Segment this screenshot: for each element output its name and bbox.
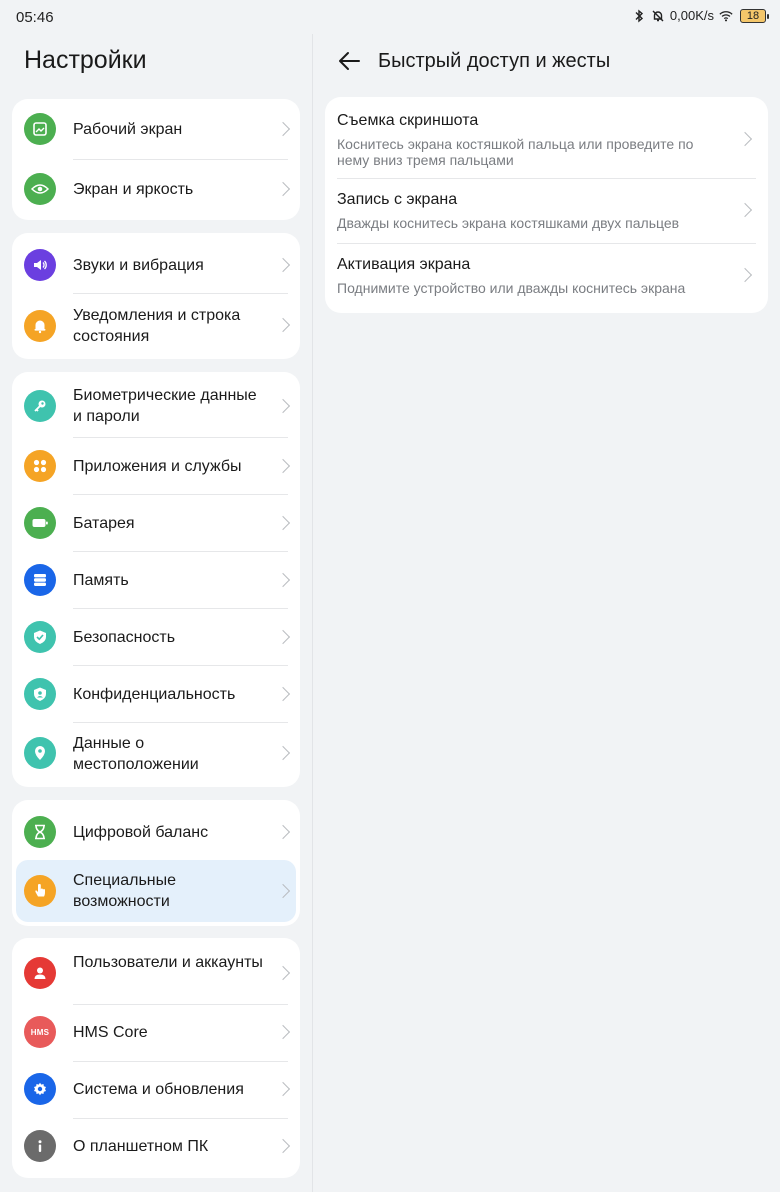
sidebar-item-security[interactable]: Безопасность xyxy=(12,609,300,666)
chevron-right-icon xyxy=(737,131,753,147)
item-title: Запись с экрана xyxy=(337,191,458,208)
sidebar-item-label: Система и обновления xyxy=(73,1081,244,1098)
bell-off-icon xyxy=(651,9,665,23)
item-subtitle: Поднимите устройство или дважды коснитес… xyxy=(337,280,686,296)
home-screen-icon xyxy=(24,113,56,145)
chevron-right-icon xyxy=(275,1138,291,1154)
chevron-right-icon xyxy=(275,515,291,531)
chevron-right-icon xyxy=(275,629,291,645)
sidebar-item-biometrics[interactable]: Биометрические данные и пароли xyxy=(12,372,300,438)
hms-icon-text: HMS xyxy=(30,1027,50,1037)
apps-icon xyxy=(24,450,56,482)
chevron-right-icon xyxy=(737,267,753,283)
sidebar-item-label: Безопасность xyxy=(73,629,176,646)
sidebar-item-hms-core[interactable]: HMS HMS Core xyxy=(12,1004,300,1061)
sidebar-item-storage[interactable]: Память xyxy=(12,552,300,609)
settings-group: Пользователи и аккаунты HMS HMS Core Сис… xyxy=(12,938,300,1178)
sidebar-item-battery[interactable]: Батарея xyxy=(12,495,300,552)
sidebar-item-label: Память xyxy=(73,572,129,589)
sidebar-item-notifications[interactable]: Уведомления и строка состояния xyxy=(12,293,300,359)
chevron-right-icon xyxy=(737,202,753,218)
sidebar-item-users[interactable]: Пользователи и аккаунты xyxy=(12,938,300,1004)
sidebar-item-label: Приложения и службы xyxy=(73,458,242,475)
sidebar-item-location[interactable]: Данные о местоположении xyxy=(12,723,300,787)
bell-icon xyxy=(24,310,56,342)
chevron-right-icon xyxy=(275,686,291,702)
user-icon xyxy=(24,957,56,989)
privacy-shield-icon xyxy=(24,678,56,710)
storage-icon xyxy=(24,564,56,596)
sidebar-item-label: HMS Core xyxy=(73,1024,148,1041)
sidebar-item-digital-balance[interactable]: Цифровой баланс xyxy=(12,800,300,860)
eye-icon xyxy=(24,173,56,205)
speaker-icon xyxy=(24,249,56,281)
sidebar-item-label: Экран и яркость xyxy=(73,181,194,198)
hms-icon: HMS xyxy=(24,1016,56,1048)
status-icons: 0,00K/s 18 xyxy=(632,8,769,23)
list-item-screen-record[interactable]: Запись с экрана Дважды коснитесь экрана … xyxy=(325,178,768,243)
info-icon xyxy=(24,1130,56,1162)
back-arrow-icon[interactable] xyxy=(337,50,361,72)
chevron-right-icon xyxy=(275,121,291,137)
bluetooth-icon xyxy=(632,9,646,23)
sidebar-item-privacy[interactable]: Конфиденциальность xyxy=(12,666,300,723)
gestures-card: Съемка скриншота Коснитесь экрана костяш… xyxy=(325,97,768,313)
sidebar-item-about[interactable]: О планшетном ПК xyxy=(12,1118,300,1178)
sidebar-item-label: Пользователи и аккаунты xyxy=(73,954,263,971)
net-speed: 0,00K/s xyxy=(669,8,714,23)
sidebar-item-label: Данные о местоположении xyxy=(73,735,199,773)
battery-icon xyxy=(24,507,56,539)
item-title: Активация экрана xyxy=(337,256,471,273)
list-item-screenshot[interactable]: Съемка скриншота Коснитесь экрана костяш… xyxy=(325,97,768,178)
hand-icon xyxy=(24,875,56,907)
gear-icon xyxy=(24,1073,56,1105)
chevron-right-icon xyxy=(275,1081,291,1097)
shield-check-icon xyxy=(24,621,56,653)
chevron-right-icon xyxy=(275,257,291,273)
settings-title: Настройки xyxy=(24,46,147,74)
pane-divider xyxy=(312,34,313,1192)
chevron-right-icon xyxy=(275,572,291,588)
chevron-right-icon xyxy=(275,745,291,761)
chevron-right-icon xyxy=(275,398,291,414)
sidebar-item-label: О планшетном ПК xyxy=(73,1138,209,1155)
page-title: Быстрый доступ и жесты xyxy=(378,50,611,72)
chevron-right-icon xyxy=(275,317,291,333)
sidebar-item-label: Уведомления и строка состояния xyxy=(73,307,241,345)
item-subtitle: Дважды коснитесь экрана костяшками двух … xyxy=(337,215,680,231)
sidebar-item-home-screen[interactable]: Рабочий экран xyxy=(12,99,300,159)
sidebar-item-sounds[interactable]: Звуки и вибрация xyxy=(12,233,300,293)
settings-group: Рабочий экран Экран и яркость xyxy=(12,99,300,220)
battery-indicator: 18 xyxy=(740,8,769,23)
status-time: 05:46 xyxy=(16,9,54,26)
sidebar-item-label: Специальные возможности xyxy=(73,872,177,910)
wifi-icon xyxy=(719,9,733,23)
location-pin-icon xyxy=(24,737,56,769)
sidebar-item-accessibility[interactable]: Специальные возможности xyxy=(16,860,296,922)
sidebar-item-apps[interactable]: Приложения и службы xyxy=(12,438,300,495)
item-subtitle: Коснитесь экрана костяшкой пальца или пр… xyxy=(337,136,694,168)
chevron-right-icon xyxy=(275,883,291,899)
sidebar-item-label: Биометрические данные и пароли xyxy=(73,387,257,425)
hourglass-icon xyxy=(24,816,56,848)
list-item-screen-wake[interactable]: Активация экрана Поднимите устройство ил… xyxy=(325,243,768,313)
sidebar-item-label: Рабочий экран xyxy=(73,121,183,138)
chevron-right-icon xyxy=(275,458,291,474)
sidebar-item-label: Батарея xyxy=(73,515,135,532)
chevron-right-icon xyxy=(275,824,291,840)
item-title: Съемка скриншота xyxy=(337,112,479,129)
sidebar-item-label: Звуки и вибрация xyxy=(73,257,204,274)
settings-group: Биометрические данные и пароли Приложени… xyxy=(12,372,300,787)
status-bar: 05:46 0,00K/s 18 xyxy=(0,0,780,34)
sidebar-item-system[interactable]: Система и обновления xyxy=(12,1061,300,1118)
chevron-right-icon xyxy=(275,965,291,981)
chevron-right-icon xyxy=(275,181,291,197)
sidebar-item-label: Цифровой баланс xyxy=(73,824,209,841)
key-icon xyxy=(24,390,56,422)
settings-group: Цифровой баланс Специальные возможности xyxy=(12,800,300,926)
chevron-right-icon xyxy=(275,1024,291,1040)
settings-group: Звуки и вибрация Уведомления и строка со… xyxy=(12,233,300,359)
sidebar-item-display[interactable]: Экран и яркость xyxy=(12,159,300,220)
sidebar-item-label: Конфиденциальность xyxy=(73,686,236,703)
